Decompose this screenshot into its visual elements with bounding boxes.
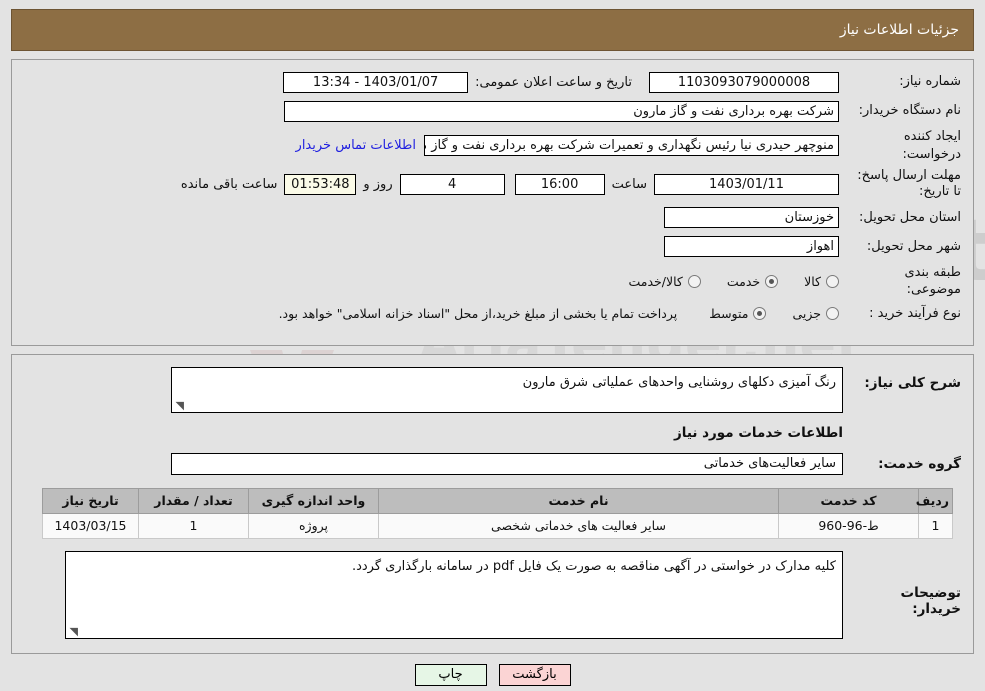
services-table: ردیف کد خدمت نام خدمت واحد اندازه گیری ت… [42,487,953,539]
radio-label: جزیی [792,306,821,322]
radio-icon[interactable] [826,307,839,321]
radio-icon-selected[interactable] [753,307,767,321]
process-label: نوع فرآیند خرید : [869,305,961,321]
buyer-org-value: شرکت بهره برداری نفت و گاز مارون [284,100,839,122]
process-radio-group[interactable]: جزیی متوسط [683,306,839,321]
need-number-label: شماره نیاز: [899,74,961,90]
need-number-value: 1103093079000008 [649,71,839,93]
cell-name: سایر فعالیت های خدماتی شخصی [378,512,779,539]
row-service-group: گروه خدمت: سایر فعالیت‌های خدماتی [24,452,961,475]
need-desc-label: شرح کلی نیاز: [864,374,961,391]
col-unit: واحد اندازه گیری [248,487,379,514]
public-announce-label: تاریخ و ساعت اعلان عمومی: [475,74,632,90]
row-services-title: اطلاعات خدمات مورد نیاز [24,425,961,453]
col-qty: تعداد / مقدار [138,487,249,514]
deadline-date-value: 1403/01/11 [654,173,839,195]
buyer-comment-label: توضیحات خریدار: [900,584,961,617]
table-row: 1 ط-96-960 سایر فعالیت های خدماتی شخصی پ… [42,512,953,539]
service-group-label: گروه خدمت: [878,455,961,472]
col-radif: ردیف [916,487,953,514]
need-details-panel: شرح کلی نیاز: رنگ آمیزی دکلهای روشنایی و… [11,353,974,654]
col-date: تاریخ نیاز [42,487,139,514]
need-desc-textarea[interactable]: رنگ آمیزی دکلهای روشنایی واحدهای عملیاتی… [171,366,843,413]
service-group-value: سایر فعالیت‌های خدماتی [171,452,843,475]
back-button[interactable]: بازگشت [498,663,571,686]
province-value: خوزستان [664,207,839,229]
city-label: شهر محل تحویل: [866,238,961,254]
radio-label: خدمت [726,273,761,289]
radio-icon-selected[interactable] [765,274,779,288]
footer-actions: بازگشت چاپ [0,663,985,686]
cell-date: 1403/03/15 [42,512,139,539]
radio-classification-khedmat[interactable]: خدمت [726,273,779,289]
province-label: استان محل تحویل: [859,209,961,225]
hour-label: ساعت [611,176,647,192]
need-info-panel: شماره نیاز: 1103093079000008 تاریخ و ساع… [11,59,974,346]
cell-radif: 1 [918,512,953,539]
creator-label: ایجاد کننده درخواست: [902,129,961,162]
row-buyer-comment: توضیحات خریدار: کلیه مدارک در خواستی در … [24,550,961,639]
need-desc-value: رنگ آمیزی دکلهای روشنایی واحدهای عملیاتی… [522,374,836,390]
radio-label: متوسط [709,306,749,322]
remaining-hours-label: ساعت باقی مانده [180,176,278,192]
countdown-value: 01:53:48 [284,173,357,195]
row-city: شهر محل تحویل: اهواز [24,235,961,259]
classification-label: طبقه بندی موضوعی: [904,264,962,298]
classification-radio-group[interactable]: کالا خدمت کالا/خدمت [602,274,839,289]
buyer-contact-link[interactable]: اطلاعات تماس خریدار [288,138,424,153]
radio-label: کالا [804,273,821,289]
services-table-wrap: ردیف کد خدمت نام خدمت واحد اندازه گیری ت… [24,487,961,539]
row-need-description: شرح کلی نیاز: رنگ آمیزی دکلهای روشنایی و… [24,366,961,413]
city-value: اهواز [664,236,839,258]
cell-code: ط-96-960 [778,512,919,539]
radio-classification-kala-khedmat[interactable]: کالا/خدمت [628,273,701,289]
deadline-label: مهلت ارسال پاسخ: تا تاریخ: [857,168,961,200]
buyer-org-label: نام دستگاه خریدار: [858,103,961,119]
row-creator: ایجاد کننده درخواست: منوچهر حیدری نیا رئ… [24,128,961,163]
col-name: نام خدمت [378,487,779,514]
remaining-days-value: 4 [399,173,505,195]
row-deadline: مهلت ارسال پاسخ: تا تاریخ: 1403/01/11 سا… [24,168,961,201]
cell-qty: 1 [138,512,249,539]
radio-label: کالا/خدمت [628,273,683,289]
radio-icon[interactable] [826,274,839,288]
radio-process-jozee[interactable]: جزیی [792,306,839,321]
buyer-comment-value: کلیه مدارک در خواستی در آگهی مناقصه به ص… [351,558,836,574]
radio-process-motevaset[interactable]: متوسط [709,306,767,322]
creator-value: منوچهر حیدری نیا رئیس نگهداری و تعمیرات … [424,135,839,157]
page-title: جزئیات اطلاعات نیاز [839,22,959,38]
days-and-label: روز و [363,176,393,192]
services-section-title: اطلاعات خدمات مورد نیاز [673,424,843,441]
row-classification: طبقه بندی موضوعی: کالا خدمت کالا/خدمت [24,264,961,299]
row-buyer-org: نام دستگاه خریدار: شرکت بهره برداری نفت … [24,99,961,123]
row-province: استان محل تحویل: خوزستان [24,206,961,230]
process-note: پرداخت تمام یا بخشی از مبلغ خرید،از محل … [278,306,678,322]
page-header: جزئیات اطلاعات نیاز [11,9,974,51]
resize-handle-icon[interactable]: ◥ [68,626,78,637]
resize-handle-icon[interactable]: ◥ [174,400,184,411]
row-need-number: شماره نیاز: 1103093079000008 تاریخ و ساع… [24,70,961,94]
row-purchase-process: نوع فرآیند خرید : جزیی متوسط پرداخت تمام… [24,301,961,327]
radio-classification-kala[interactable]: کالا [804,274,839,289]
cell-unit: پروژه [248,512,379,539]
radio-icon[interactable] [687,274,701,288]
table-header-row: ردیف کد خدمت نام خدمت واحد اندازه گیری ت… [42,487,953,514]
col-code: کد خدمت [778,487,919,514]
print-button[interactable]: چاپ [414,663,487,686]
buyer-comment-textarea[interactable]: کلیه مدارک در خواستی در آگهی مناقصه به ص… [65,550,843,639]
deadline-hour-value: 16:00 [514,173,605,195]
public-announce-value: 1403/01/07 - 13:34 [283,71,469,93]
